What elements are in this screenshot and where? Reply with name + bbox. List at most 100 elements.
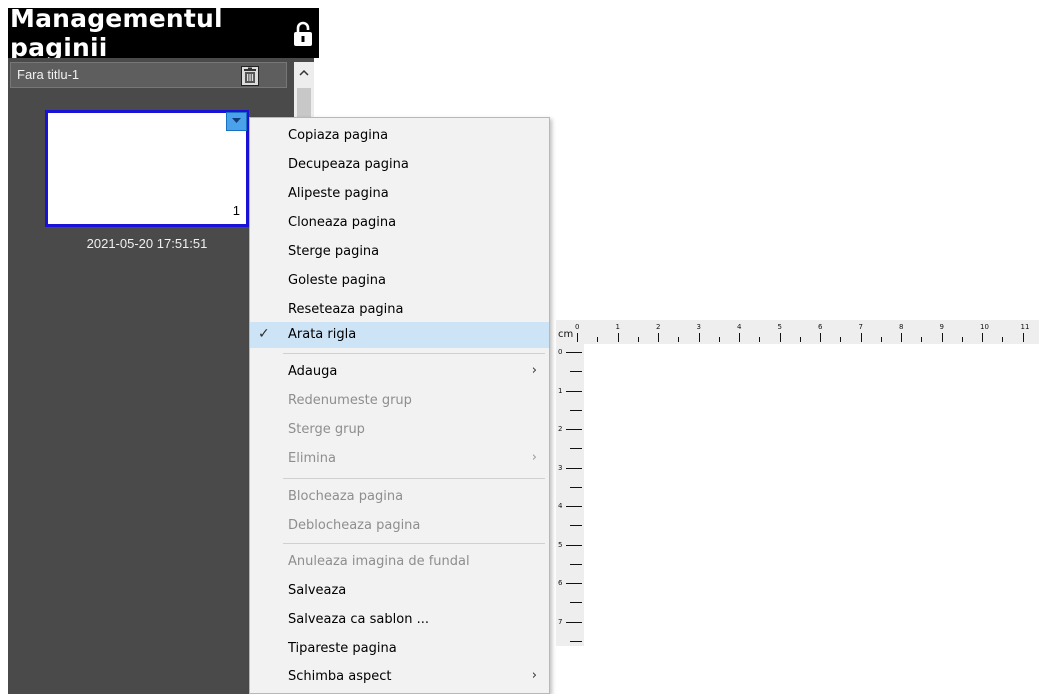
ruler-label: 5: [777, 323, 782, 331]
ruler-tick: [566, 390, 582, 392]
menu-item-lock-page[interactable]: Blocheaza pagina: [250, 484, 549, 510]
ruler-label: 7: [858, 323, 863, 331]
menu-item-label: Elimina: [288, 451, 336, 466]
ruler-tick: [566, 621, 582, 623]
ruler-label: 1: [558, 386, 563, 395]
menu-item-label: Salveaza: [288, 583, 347, 598]
page-number: 1: [232, 203, 240, 218]
ruler-label: 6: [818, 323, 823, 331]
chevron-right-icon: ›: [531, 668, 537, 683]
ruler-tick: [678, 337, 680, 342]
menu-item-change-layout[interactable]: Schimba aspect ›: [250, 664, 549, 690]
ruler-tick: [860, 333, 862, 342]
menu-item-clear-page[interactable]: Goleste pagina: [250, 268, 549, 294]
menu-item-label: Goleste pagina: [288, 273, 386, 288]
ruler-label: 6: [558, 579, 563, 587]
panel-title: Managementul paginii: [10, 4, 223, 62]
dropdown-arrow-icon[interactable]: [226, 112, 247, 131]
vertical-ruler: 0 1 2 3 4 5 6 7: [556, 344, 584, 646]
menu-item-copy-page[interactable]: Copiaza pagina: [250, 123, 549, 149]
ruler-label: 3: [696, 323, 701, 331]
page-group-header[interactable]: Fara titlu-1: [10, 62, 287, 88]
menu-item-rename-group[interactable]: Redenumeste grup: [250, 388, 549, 414]
ruler-tick: [570, 486, 582, 488]
menu-item-cut-page[interactable]: Decupeaza pagina: [250, 152, 549, 178]
menu-item-label: Reseteaza pagina: [288, 302, 404, 317]
ruler-tick: [617, 333, 619, 342]
menu-item-paste-page[interactable]: Alipeste pagina: [250, 181, 549, 207]
ruler-tick: [880, 337, 882, 342]
ruler-tick: [566, 506, 582, 507]
ruler-unit: cm: [558, 329, 574, 340]
menu-separator: [283, 353, 545, 354]
ruler-label: 5: [558, 540, 563, 549]
menu-item-label: Tipareste pagina: [288, 641, 397, 656]
ruler-label: 4: [558, 502, 563, 510]
ruler-tick: [779, 333, 781, 342]
menu-item-save[interactable]: Salveaza: [250, 578, 549, 604]
menu-item-delete-page[interactable]: Sterge pagina: [250, 239, 549, 265]
ruler-label: 2: [558, 425, 563, 433]
ruler-tick: [566, 583, 582, 584]
trash-icon[interactable]: [241, 66, 259, 86]
ruler-tick: [982, 333, 983, 342]
ruler-label: 3: [558, 463, 563, 472]
ruler-tick: [820, 333, 821, 342]
page-context-menu: Copiaza pagina Decupeaza pagina Alipeste…: [249, 117, 550, 694]
menu-item-label: Cloneaza pagina: [288, 215, 397, 230]
unlocked-padlock-icon[interactable]: [291, 21, 315, 47]
ruler-tick: [921, 337, 923, 342]
ruler-tick: [566, 467, 582, 469]
menu-item-label: Arata rigla: [288, 327, 357, 342]
menu-separator: [283, 478, 545, 479]
menu-item-label: Sterge grup: [288, 422, 365, 437]
menu-item-print-page[interactable]: Tipareste pagina: [250, 636, 549, 662]
checkmark-icon: ✓: [258, 326, 270, 342]
ruler-label: 2: [656, 323, 661, 331]
menu-item-clone-page[interactable]: Cloneaza pagina: [250, 210, 549, 236]
menu-item-add[interactable]: Adauga ›: [250, 359, 549, 385]
chevron-right-icon: ›: [531, 450, 537, 465]
chevron-right-icon: ›: [531, 363, 537, 378]
ruler-tick: [698, 333, 700, 342]
ruler-label: 8: [899, 323, 904, 331]
page-management-header: Managementul paginii: [8, 4, 319, 62]
ruler-label: 4: [737, 323, 742, 331]
ruler-tick: [739, 333, 740, 342]
menu-item-unlock-page[interactable]: Deblocheaza pagina: [250, 513, 549, 539]
ruler-label: 9: [939, 323, 944, 331]
menu-item-label: Sterge pagina: [288, 244, 380, 259]
menu-item-label: Alipeste pagina: [288, 186, 389, 201]
ruler-tick: [637, 337, 639, 342]
ruler-tick: [941, 333, 943, 342]
ruler-tick: [799, 337, 801, 342]
ruler-label: 7: [558, 617, 563, 626]
ruler-label: 0: [558, 348, 563, 356]
horizontal-ruler: cm 0 1 2 3 4 5 6 7 8 9 10 11: [556, 320, 1039, 344]
ruler-tick: [901, 333, 902, 342]
menu-item-reset-page[interactable]: Reseteaza pagina: [250, 297, 549, 323]
ruler-tick: [566, 544, 582, 546]
menu-item-save-as-template[interactable]: Salveaza ca sablon ...: [250, 607, 549, 633]
ruler-tick: [658, 333, 659, 342]
ruler-tick: [570, 409, 582, 411]
menu-item-label: Decupeaza pagina: [288, 157, 409, 172]
menu-item-cancel-background[interactable]: Anuleaza imagina de fundal: [250, 549, 549, 575]
ruler-tick: [1022, 333, 1024, 342]
ruler-tick: [961, 337, 963, 342]
ruler-tick: [570, 602, 582, 604]
ruler-tick: [566, 352, 582, 353]
ruler-tick: [570, 525, 582, 527]
menu-item-remove[interactable]: Elimina ›: [250, 446, 549, 472]
menu-item-delete-group[interactable]: Sterge grup: [250, 417, 549, 443]
chevron-up-icon[interactable]: [294, 62, 314, 84]
menu-item-show-ruler[interactable]: ✓ Arata rigla: [250, 322, 549, 348]
menu-item-label: Salveaza ca sablon ...: [288, 612, 429, 627]
menu-item-label: Redenumeste grup: [288, 393, 412, 408]
ruler-tick: [570, 640, 582, 642]
ruler-tick: [570, 563, 582, 565]
page-thumbnail[interactable]: 1: [45, 110, 249, 227]
ruler-tick: [570, 371, 582, 373]
ruler-label: 10: [980, 323, 989, 331]
ruler-tick: [566, 429, 582, 430]
